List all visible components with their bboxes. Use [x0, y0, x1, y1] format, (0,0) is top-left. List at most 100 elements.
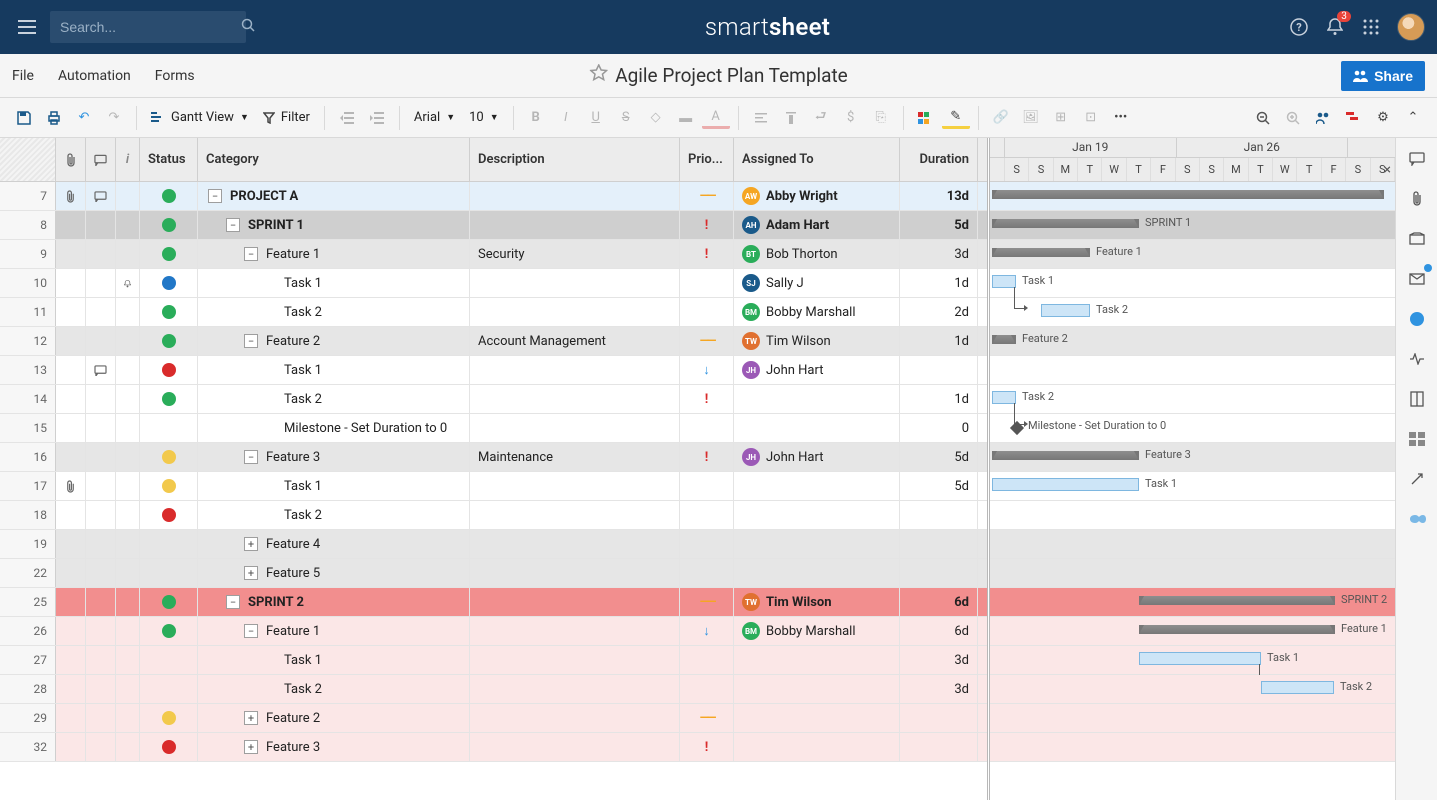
font-family-select[interactable]: Arial ▼: [408, 110, 461, 125]
insert-button[interactable]: ⊞: [1047, 104, 1075, 132]
duration-cell[interactable]: 5d: [900, 443, 978, 471]
table-row[interactable]: 13Task 1↓JHJohn Hart: [0, 356, 987, 385]
col-description[interactable]: Description: [470, 138, 680, 181]
filter-button[interactable]: Filter: [257, 110, 316, 125]
priority-cell[interactable]: [680, 269, 734, 297]
gantt-bar[interactable]: [1139, 596, 1335, 605]
undo-button[interactable]: ↶: [70, 104, 98, 132]
toggle-icon[interactable]: +: [244, 537, 258, 551]
category-cell[interactable]: Task 1: [198, 646, 470, 674]
duration-cell[interactable]: [900, 733, 978, 761]
bold-button[interactable]: B: [522, 104, 550, 132]
gantt-bar[interactable]: [1139, 652, 1261, 665]
duration-cell[interactable]: [900, 530, 978, 558]
gantt-row[interactable]: SPRINT 1: [990, 211, 1395, 240]
category-cell[interactable]: Task 2: [198, 675, 470, 703]
col-status[interactable]: Status: [140, 138, 198, 181]
col-attach[interactable]: [56, 138, 86, 181]
integrations-icon[interactable]: [1406, 508, 1428, 530]
duration-cell[interactable]: 0: [900, 414, 978, 442]
connector-icon[interactable]: [1406, 468, 1428, 490]
zoom-out-button[interactable]: [1249, 104, 1277, 132]
gantt-bar[interactable]: [992, 391, 1016, 404]
view-selector[interactable]: Gantt View ▼: [145, 110, 255, 125]
category-cell[interactable]: −PROJECT A: [198, 182, 470, 210]
col-duration[interactable]: Duration: [900, 138, 978, 181]
comment-cell[interactable]: [86, 414, 116, 442]
status-cell[interactable]: [140, 298, 198, 326]
duration-cell[interactable]: 5d: [900, 211, 978, 239]
menu-toggle-button[interactable]: [12, 20, 42, 34]
assigned-cell[interactable]: [734, 472, 900, 500]
description-cell[interactable]: [470, 501, 680, 529]
duration-cell[interactable]: 1d: [900, 385, 978, 413]
gantt-row[interactable]: Feature 3: [990, 443, 1395, 472]
status-cell[interactable]: [140, 530, 198, 558]
comment-cell[interactable]: [86, 269, 116, 297]
gantt-row[interactable]: [990, 733, 1395, 762]
priority-cell[interactable]: !: [680, 240, 734, 268]
info-cell[interactable]: [116, 443, 140, 471]
priority-cell[interactable]: [680, 559, 734, 587]
image-button[interactable]: 🖼: [1017, 104, 1045, 132]
row-number[interactable]: 22: [0, 559, 56, 587]
priority-cell[interactable]: !: [680, 733, 734, 761]
description-cell[interactable]: [470, 182, 680, 210]
duration-cell[interactable]: 3d: [900, 675, 978, 703]
more-button[interactable]: •••: [1107, 104, 1135, 132]
status-cell[interactable]: [140, 240, 198, 268]
duration-cell[interactable]: 3d: [900, 240, 978, 268]
comments-panel-icon[interactable]: [1406, 148, 1428, 170]
attach-cell[interactable]: [56, 559, 86, 587]
row-number[interactable]: 8: [0, 211, 56, 239]
row-number[interactable]: 29: [0, 704, 56, 732]
fill-color-button[interactable]: ◇: [642, 104, 670, 132]
status-cell[interactable]: [140, 356, 198, 384]
assigned-cell[interactable]: [734, 385, 900, 413]
update-requests-icon[interactable]: [1406, 268, 1428, 290]
category-cell[interactable]: Milestone - Set Duration to 0: [198, 414, 470, 442]
category-cell[interactable]: −Feature 2: [198, 327, 470, 355]
attach-cell[interactable]: [56, 646, 86, 674]
gantt-row[interactable]: Task 2: [990, 675, 1395, 704]
gantt-bar[interactable]: [992, 478, 1139, 491]
assigned-cell[interactable]: BTBob Thorton: [734, 240, 900, 268]
comment-cell[interactable]: [86, 240, 116, 268]
sheet-body[interactable]: 7−PROJECT A——AWAbby Wright13d8−SPRINT 1!…: [0, 182, 987, 800]
table-row[interactable]: 29+Feature 2——: [0, 704, 987, 733]
status-cell[interactable]: [140, 182, 198, 210]
gantt-bar[interactable]: [1261, 681, 1334, 694]
font-color-button[interactable]: A: [702, 107, 730, 129]
status-cell[interactable]: [140, 472, 198, 500]
description-cell[interactable]: [470, 559, 680, 587]
save-button[interactable]: [10, 104, 38, 132]
comment-cell[interactable]: [86, 443, 116, 471]
row-number[interactable]: 9: [0, 240, 56, 268]
category-cell[interactable]: Task 2: [198, 501, 470, 529]
row-number[interactable]: 27: [0, 646, 56, 674]
gantt-row[interactable]: Feature 2: [990, 327, 1395, 356]
gantt-bar[interactable]: [992, 219, 1139, 228]
row-number[interactable]: 14: [0, 385, 56, 413]
comment-cell[interactable]: [86, 704, 116, 732]
priority-cell[interactable]: !: [680, 385, 734, 413]
comment-cell[interactable]: [86, 182, 116, 210]
assigned-cell[interactable]: TWTim Wilson: [734, 588, 900, 616]
zoom-in-button[interactable]: [1279, 104, 1307, 132]
gantt-bar[interactable]: [992, 190, 1384, 199]
description-cell[interactable]: Security: [470, 240, 680, 268]
category-cell[interactable]: −Feature 3: [198, 443, 470, 471]
gantt-row[interactable]: Feature 1: [990, 617, 1395, 646]
duration-cell[interactable]: [900, 704, 978, 732]
category-cell[interactable]: Task 2: [198, 385, 470, 413]
row-number[interactable]: 17: [0, 472, 56, 500]
assigned-cell[interactable]: AHAdam Hart: [734, 211, 900, 239]
gantt-row[interactable]: Task 1: [990, 646, 1395, 675]
status-cell[interactable]: [140, 588, 198, 616]
notifications-icon[interactable]: 3: [1325, 17, 1345, 37]
attach-cell[interactable]: [56, 733, 86, 761]
info-cell[interactable]: [116, 472, 140, 500]
table-row[interactable]: 27Task 13d: [0, 646, 987, 675]
align-top-button[interactable]: [777, 104, 805, 132]
comment-cell[interactable]: [86, 646, 116, 674]
